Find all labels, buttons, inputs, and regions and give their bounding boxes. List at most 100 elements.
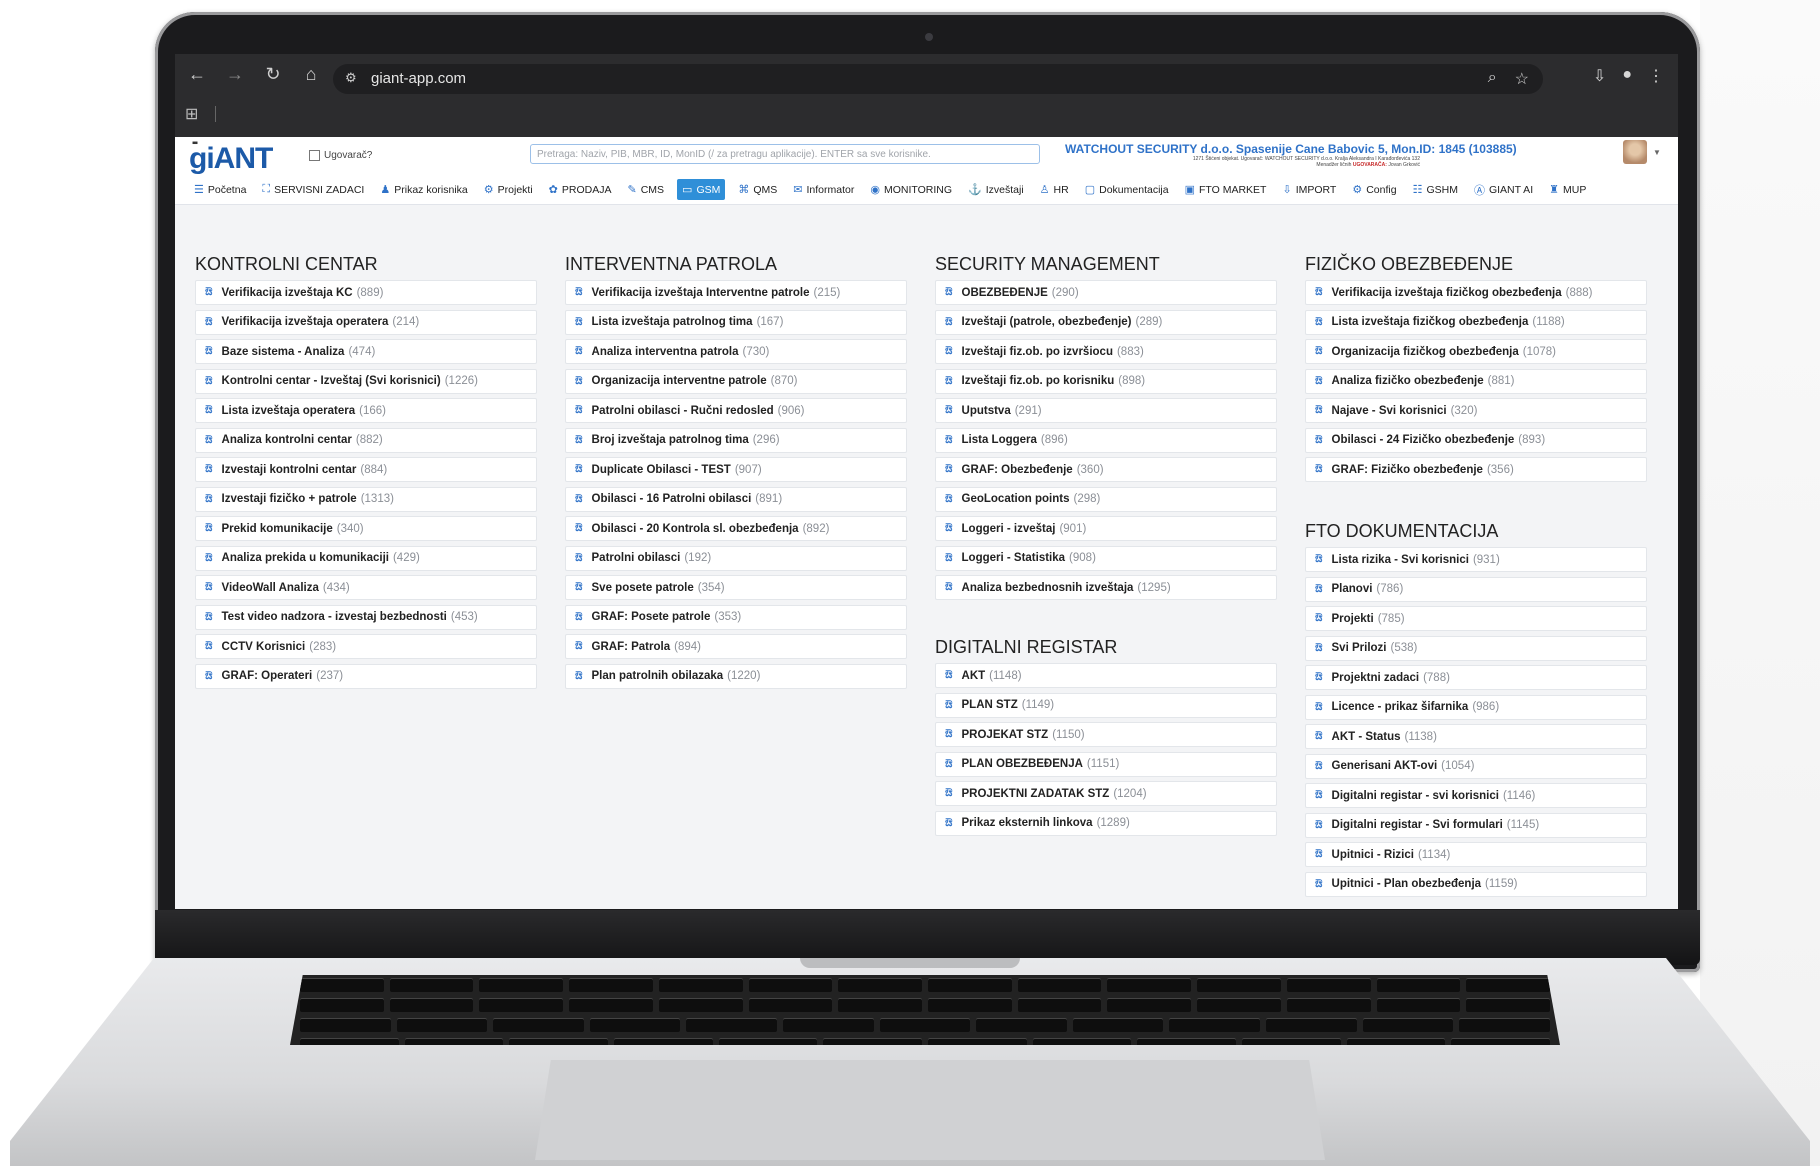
report-link-item[interactable]: ಔ Svi Prilozi (538) — [1305, 635, 1647, 661]
report-link-item[interactable]: ಔ Patrolni obilasci (192) — [565, 545, 907, 571]
report-link-item[interactable]: ಔ Obilasci - 20 Kontrola sl. obezbeđenja(… — [565, 516, 907, 541]
report-link-item[interactable]: ಔ Test video nadzora - izvestaj bezbednos… — [195, 604, 537, 630]
zoom-icon[interactable]: ⌕ — [1488, 69, 1497, 89]
profile-icon[interactable]: ● — [1622, 66, 1632, 86]
menu-item[interactable]: ♟ Prikaz korisnika — [377, 181, 470, 198]
report-link-item[interactable]: ಔ Broj izveštaja patrolnog tima (296) — [565, 427, 907, 453]
menu-item[interactable]: ☷ GSHM — [1410, 181, 1461, 198]
report-link-item[interactable]: ಔ Digitalni registar - Svi formulari (1145… — [1305, 812, 1647, 838]
report-link-item[interactable]: ಔ Obilasci - 16 Patrolni obilasci (891) — [565, 486, 907, 512]
report-link-item[interactable]: ಔ Lista Loggera (896) — [935, 427, 1277, 453]
report-link-item[interactable]: ಔ Generisani AKT-ovi (1054) — [1305, 753, 1647, 779]
user-avatar[interactable] — [1623, 140, 1647, 164]
report-link-item[interactable]: ಔ GRAF: Obezbeđenje (360) — [935, 457, 1277, 482]
report-link-item[interactable]: ಔ Analiza bezbednosnih izveštaja (1295) — [935, 575, 1277, 600]
menu-item[interactable]: ☰ Početna — [191, 181, 249, 198]
report-link-item[interactable]: ಔ AKT (1148) — [935, 663, 1277, 688]
report-link-item[interactable]: ಔ Upitnici - Rizici (1134) — [1305, 842, 1647, 867]
menu-item[interactable]: ▢ Dokumentacija — [1082, 181, 1172, 198]
report-link-item[interactable]: ಔ Prekid komunikacije (340) — [195, 516, 537, 541]
report-link-item[interactable]: ಔ Lista izveštaja fizičkog obezbeđenja (11… — [1305, 309, 1647, 335]
bookmark-star-icon[interactable]: ☆ — [1515, 69, 1529, 89]
report-link-item[interactable]: ಔ CCTV Korisnici (283) — [195, 634, 537, 659]
report-link-item[interactable]: ಔ GRAF: Operateri (237) — [195, 663, 537, 689]
report-link-item[interactable]: ಔ GRAF: Patrola (894) — [565, 634, 907, 659]
report-link-item[interactable]: ಔ Izvestaji fizičko + patrole (1313) — [195, 486, 537, 512]
report-link-item[interactable]: ಔ Izveštaji (patrole, obezbeđenje) (289) — [935, 309, 1277, 335]
chevron-down-icon[interactable]: ▼ — [1653, 148, 1661, 157]
menu-item[interactable]: ♜ MUP — [1546, 181, 1589, 198]
menu-item[interactable]: ✉ Informator — [790, 181, 857, 198]
url-text[interactable]: giant-app.com — [371, 70, 466, 87]
download-icon[interactable]: ⇩ — [1593, 66, 1606, 86]
menu-item[interactable]: ✿ PRODAJA — [546, 181, 615, 198]
address-bar[interactable]: ⚙ giant-app.com ⌕ ☆ — [333, 64, 1543, 94]
report-link-item[interactable]: ಔ Verifikacija izveštaja operatera (214) — [195, 309, 537, 335]
report-link-item[interactable]: ಔ Planovi (786) — [1305, 576, 1647, 602]
report-link-item[interactable]: ಔ Izvestaji kontrolni centar (884) — [195, 457, 537, 482]
report-link-item[interactable]: ಔ Sve posete patrole (354) — [565, 575, 907, 600]
menu-kebab-icon[interactable]: ⋮ — [1648, 66, 1664, 86]
reload-icon[interactable]: ↻ — [263, 64, 283, 85]
report-link-item[interactable]: ಔ Lista izveštaja patrolnog tima (167) — [565, 309, 907, 335]
report-link-item[interactable]: ಔ Loggeri - Statistika (908) — [935, 545, 1277, 571]
report-link-item[interactable]: ಔ Patrolni obilasci - Ručni redosled (906) — [565, 398, 907, 423]
report-link-item[interactable]: ಔ PROJEKTNI ZADATAK STZ (1204) — [935, 781, 1277, 806]
report-link-item[interactable]: ಔ Projektni zadaci (788) — [1305, 665, 1647, 690]
apps-grid-icon[interactable]: ⊞ — [185, 104, 198, 124]
menu-item[interactable]: ⛶ SERVISNI ZADACI — [259, 181, 367, 198]
report-link-item[interactable]: ಔ Analiza kontrolni centar (882) — [195, 427, 537, 453]
report-link-item[interactable]: ಔ Analiza fizičko obezbeđenje (881) — [1305, 368, 1647, 394]
menu-item[interactable]: ⚙ Config — [1349, 181, 1399, 198]
report-link-item[interactable]: ಔ GeoLocation points (298) — [935, 486, 1277, 512]
report-link-item[interactable]: ಔ GRAF: Posete patrole (353) — [565, 604, 907, 630]
report-link-item[interactable]: ಔ Upitnici - Plan obezbeđenja (1159) — [1305, 871, 1647, 897]
report-link-item[interactable]: ಔ OBEZBEĐENJE (290) — [935, 280, 1277, 305]
report-link-item[interactable]: ಔ Verifikacija izveštaja fizičkog obezbeđ… — [1305, 280, 1647, 305]
menu-item[interactable]: ✎ CMS — [624, 181, 667, 198]
menu-item[interactable]: ▭ GSM — [677, 179, 726, 200]
report-link-item[interactable]: ಔ Plan patrolnih obilazaka (1220) — [565, 663, 907, 689]
site-settings-icon[interactable]: ⚙ — [345, 70, 357, 86]
menu-item[interactable]: ♙ HR — [1037, 181, 1072, 198]
report-link-item[interactable]: ಔ Loggeri - izveštaj (901) — [935, 516, 1277, 541]
menu-item[interactable]: ⌘ QMS — [735, 181, 780, 198]
report-link-item[interactable]: ಔ PLAN STZ (1149) — [935, 692, 1277, 718]
menu-item[interactable]: ⚓ Izveštaji — [965, 181, 1027, 198]
report-link-item[interactable]: ಔ Organizacija fizičkog obezbeđenja (1078) — [1305, 339, 1647, 364]
report-link-item[interactable]: ಔ Duplicate Obilasci - TEST (907) — [565, 457, 907, 482]
menu-item[interactable]: ⇩ IMPORT — [1279, 181, 1339, 198]
report-link-item[interactable]: ಔ GRAF: Fizičko obezbeđenje (356) — [1305, 457, 1647, 482]
report-link-item[interactable]: ಔ Analiza prekida u komunikaciji (429) — [195, 545, 537, 571]
report-link-item[interactable]: ಔ Obilasci - 24 Fizičko obezbeđenje (893) — [1305, 427, 1647, 453]
report-link-item[interactable]: ಔ Digitalni registar - svi korisnici (1146… — [1305, 783, 1647, 808]
report-link-item[interactable]: ಔ Prikaz eksternih linkova (1289) — [935, 810, 1277, 836]
report-link-item[interactable]: ಔ PLAN OBEZBEĐENJA (1151) — [935, 751, 1277, 777]
report-link-item[interactable]: ಔ Najave - Svi korisnici (320) — [1305, 398, 1647, 423]
report-link-item[interactable]: ಔ Lista rizika - Svi korisnici (931) — [1305, 547, 1647, 572]
report-link-item[interactable]: ಔ Izveštaji fiz.ob. po izvršiocu (883) — [935, 339, 1277, 364]
company-title[interactable]: WATCHOUT SECURITY d.o.o. Spasenije Cane … — [1065, 142, 1517, 156]
report-link-item[interactable]: ಔ Izveštaji fiz.ob. po korisniku (898) — [935, 368, 1277, 394]
report-link-item[interactable]: ಔ VideoWall Analiza (434) — [195, 575, 537, 600]
report-link-item[interactable]: ಔ Baze sistema - Analiza (474) — [195, 339, 537, 364]
menu-item[interactable]: Ⓐ GIANT AI — [1471, 180, 1536, 200]
report-link-item[interactable]: ಔ Verifikacija izveštaja KC (889) — [195, 280, 537, 305]
home-icon[interactable]: ⌂ — [301, 64, 321, 85]
report-link-item[interactable]: ಔ Uputstva (291) — [935, 398, 1277, 423]
report-link-item[interactable]: ಔ Kontrolni centar - Izveštaj (Svi korisn… — [195, 368, 537, 394]
report-link-item[interactable]: ಔ AKT - Status (1138) — [1305, 724, 1647, 749]
report-link-item[interactable]: ಔ Projekti (785) — [1305, 606, 1647, 631]
report-link-item[interactable]: ಔ Licence - prikaz šifarnika (986) — [1305, 694, 1647, 720]
report-link-item[interactable]: ಔ PROJEKAT STZ (1150) — [935, 722, 1277, 747]
giant-logo[interactable]: ▪▪ giANT — [189, 138, 273, 176]
menu-item[interactable]: ⚙ Projekti — [481, 181, 536, 198]
search-input[interactable]: Pretraga: Naziv, PIB, MBR, ID, MonID (/ … — [530, 144, 1040, 164]
report-link-item[interactable]: ಔ Organizacija interventne patrole (870) — [565, 368, 907, 394]
menu-item[interactable]: ◉ MONITORING — [867, 181, 955, 198]
checkbox-icon[interactable] — [309, 150, 320, 161]
forward-icon[interactable]: → — [225, 64, 245, 85]
menu-item[interactable]: ▣ FTO MARKET — [1182, 181, 1270, 198]
ugovarac-checkbox[interactable]: Ugovarač? — [309, 150, 372, 161]
report-link-item[interactable]: ಔ Verifikacija izveštaja Interventne patr… — [565, 280, 907, 305]
